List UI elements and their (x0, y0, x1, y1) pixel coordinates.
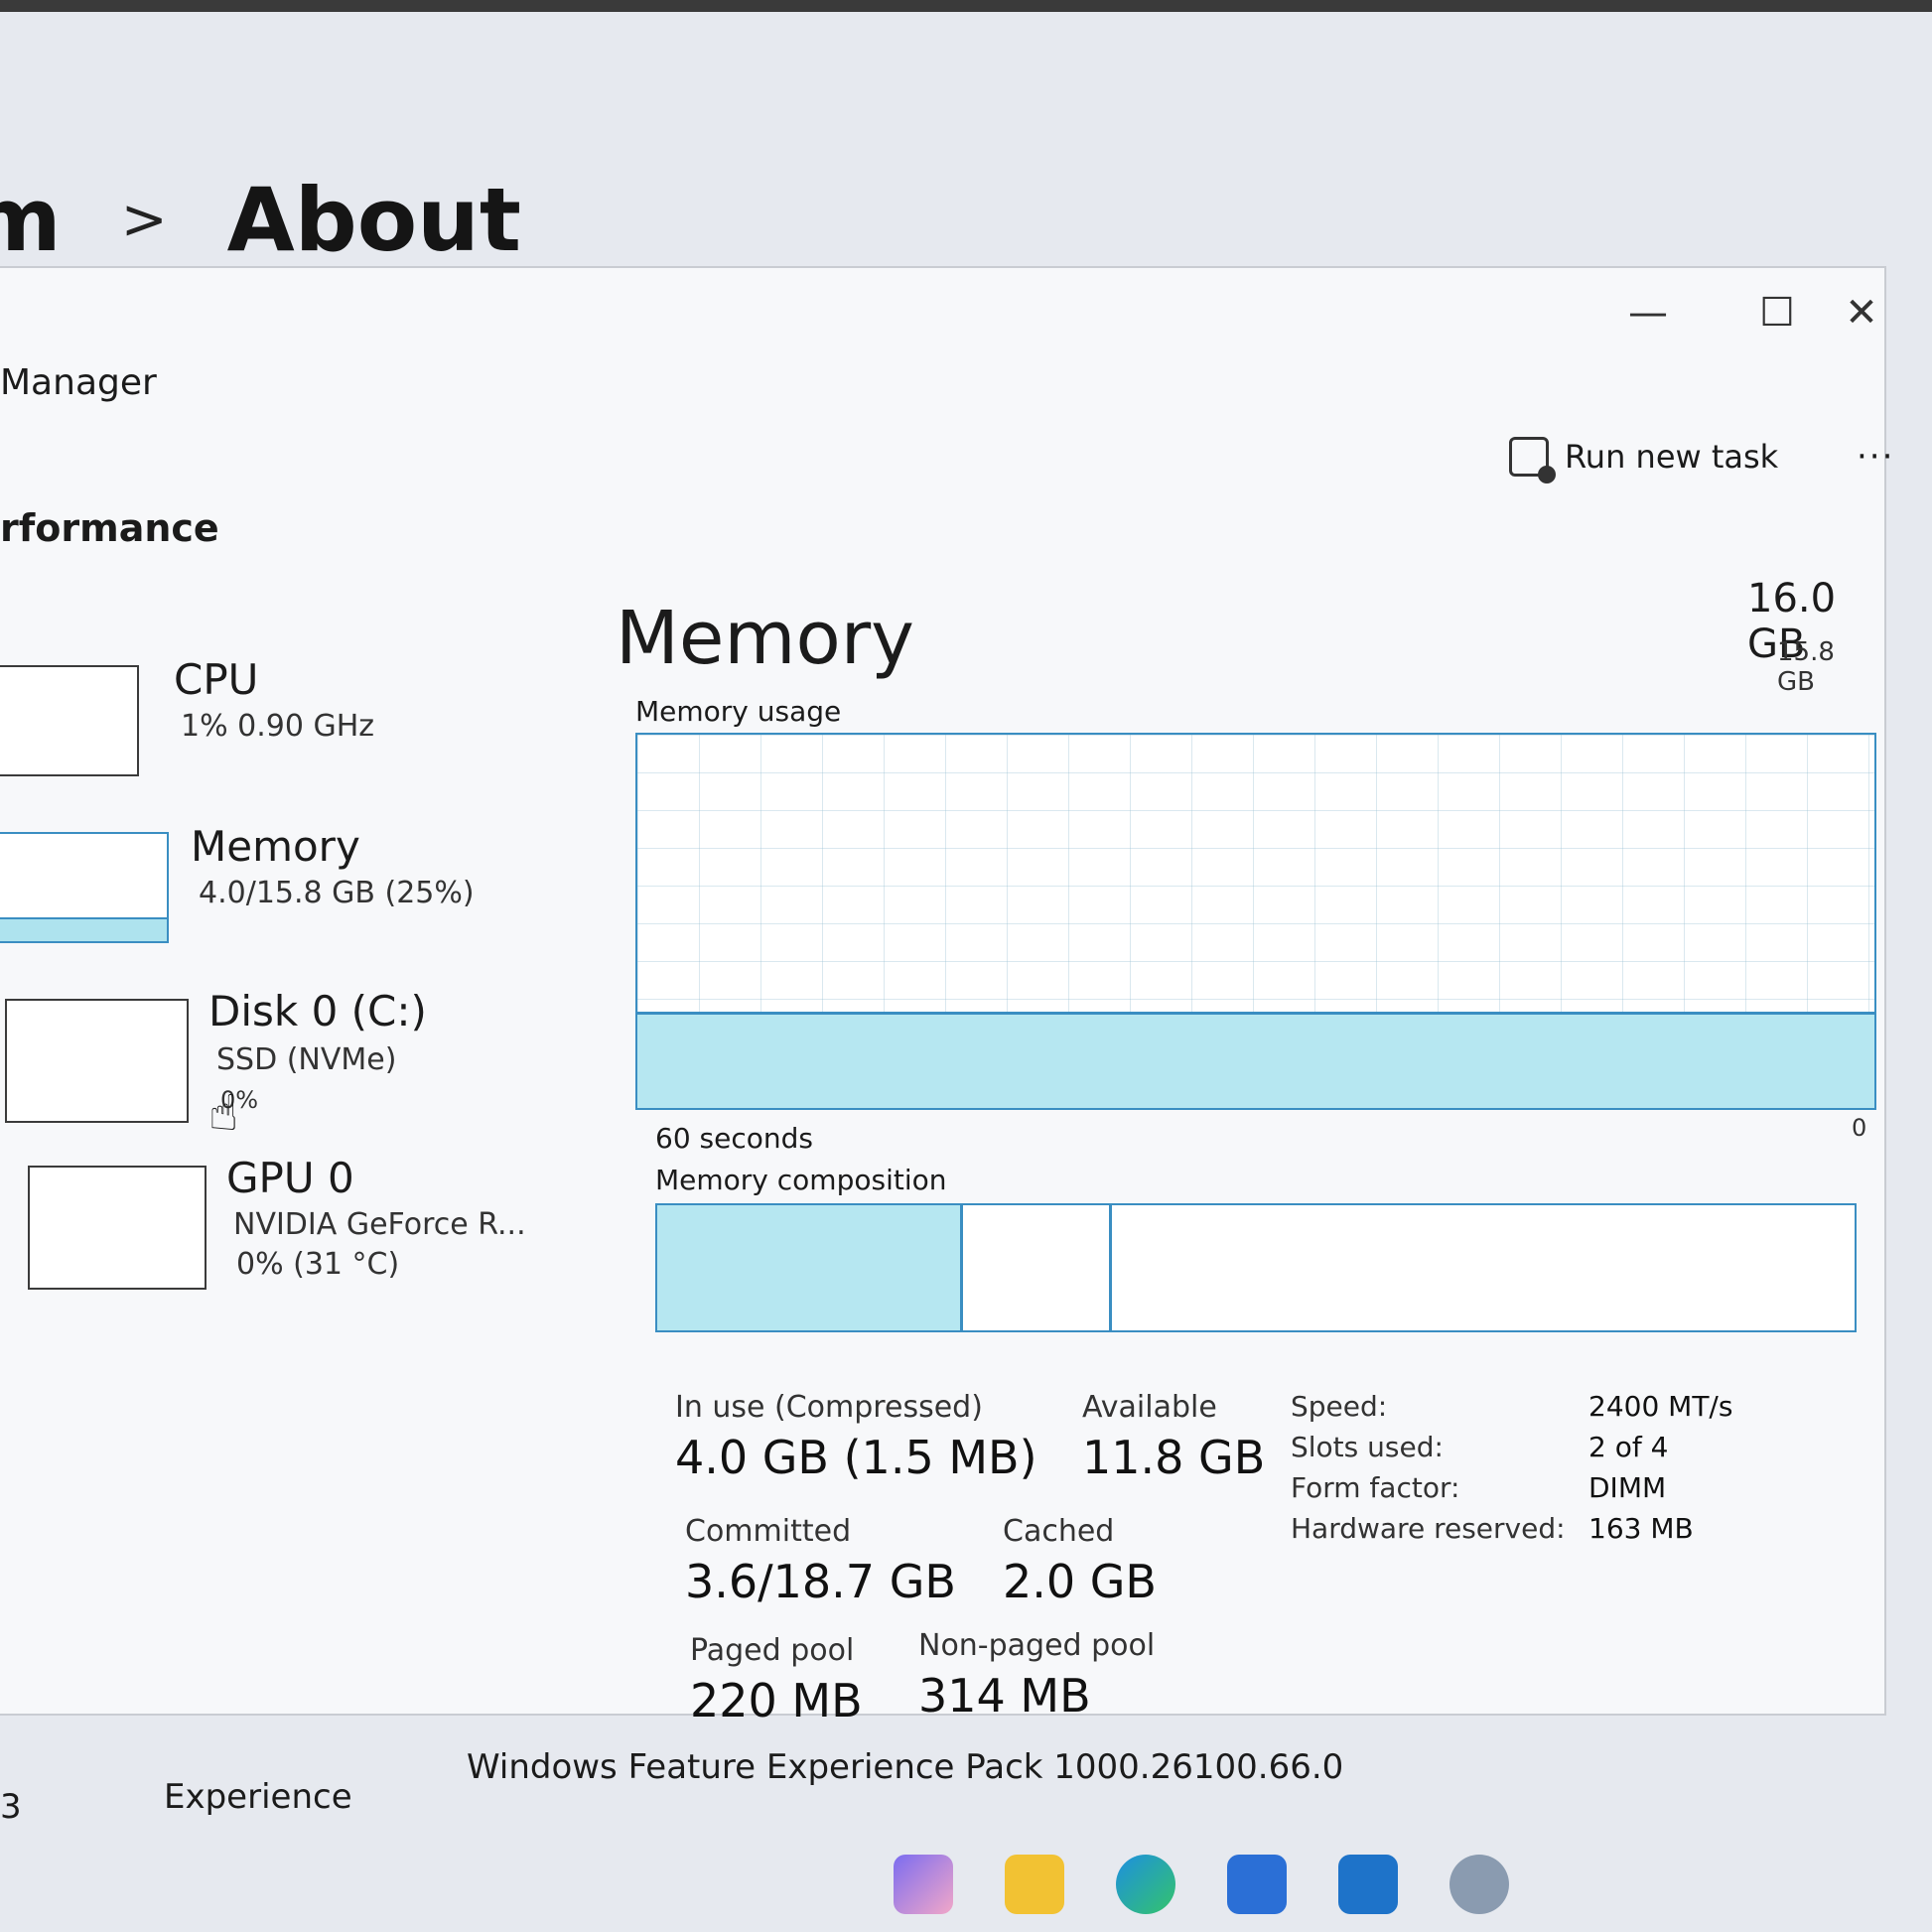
maximize-button[interactable]: ☐ (1718, 268, 1837, 357)
hand-cursor-icon: ☝ (208, 1084, 239, 1142)
sidebar-item-sub: 4.0/15.8 GB (25%) (199, 876, 475, 910)
spec-label: Speed: (1291, 1390, 1388, 1423)
gpu-thumbnail-graph (28, 1166, 207, 1290)
stat-label: Paged pool (690, 1633, 855, 1668)
store-icon[interactable] (1227, 1855, 1287, 1914)
run-task-icon (1509, 437, 1556, 483)
sidebar-item-label: CPU (174, 655, 259, 704)
memory-heading: Memory (616, 596, 914, 681)
copilot-icon[interactable] (894, 1855, 953, 1914)
memory-thumbnail-graph (0, 832, 169, 943)
performance-sidebar: CPU 1% 0.90 GHz Memory 4.0/15.8 GB (25%)… (0, 655, 596, 1322)
stat-in-use: In use (Compressed) 4.0 GB (1.5 MB) (675, 1390, 1037, 1484)
graph-min-label: 0 (1852, 1114, 1867, 1142)
spec-value: 2 of 4 (1588, 1431, 1669, 1463)
close-button[interactable]: ✕ (1837, 268, 1886, 357)
sidebar-item-label: GPU 0 (226, 1154, 354, 1202)
sidebar-item-memory[interactable]: Memory 4.0/15.8 GB (25%) (0, 822, 596, 989)
stat-value: 4.0 GB (1.5 MB) (675, 1431, 1037, 1484)
minimize-button[interactable]: — (1588, 268, 1708, 357)
stat-non-paged-pool: Non-paged pool 314 MB (918, 1628, 1155, 1723)
composition-free (1112, 1205, 1855, 1330)
sidebar-item-gpu[interactable]: GPU 0 NVIDIA GeForce R... 0% (31 °C) (0, 1154, 596, 1322)
memory-usage-graph (635, 733, 1876, 1110)
more-options-button[interactable]: ··· (1857, 437, 1894, 477)
file-explorer-icon[interactable] (1005, 1855, 1064, 1914)
cpu-thumbnail-graph (0, 665, 139, 776)
stat-value: 2.0 GB (1003, 1555, 1157, 1608)
settings-icon[interactable] (1449, 1855, 1509, 1914)
sidebar-item-label: Memory (191, 822, 360, 871)
memory-specs: Speed: 2400 MT/s Slots used: 2 of 4 Form… (1291, 1390, 1787, 1545)
memory-composition-label: Memory composition (655, 1164, 947, 1196)
stat-value: 220 MB (690, 1674, 863, 1727)
stat-committed: Committed 3.6/18.7 GB (685, 1514, 956, 1608)
edge-icon[interactable] (1116, 1855, 1175, 1914)
page-title: About (226, 169, 521, 271)
run-new-task-button[interactable]: Run new task (1509, 437, 1779, 483)
section-title: rformance (0, 506, 219, 550)
title-bar: Manager — ☐ ✕ (0, 268, 1884, 407)
spec-label: Form factor: (1291, 1471, 1460, 1504)
memory-thumbnail-fill (0, 917, 167, 941)
stat-value: 314 MB (918, 1669, 1091, 1723)
disk-thumbnail-graph (5, 999, 189, 1123)
stat-label: Cached (1003, 1514, 1115, 1549)
task-manager-icon[interactable] (1338, 1855, 1398, 1914)
spec-value: DIMM (1588, 1471, 1667, 1504)
stat-paged-pool: Paged pool 220 MB (690, 1633, 863, 1727)
sidebar-item-label: Disk 0 (C:) (208, 987, 427, 1035)
sidebar-item-cpu[interactable]: CPU 1% 0.90 GHz (0, 655, 596, 822)
stat-label: Committed (685, 1514, 852, 1549)
sidebar-item-disk[interactable]: Disk 0 (C:) SSD (NVMe) 0% ☝ (0, 987, 596, 1156)
spec-label: Slots used: (1291, 1431, 1444, 1463)
experience-label: Experience (164, 1777, 352, 1817)
stat-label: Non-paged pool (918, 1628, 1156, 1663)
composition-in-use (657, 1205, 963, 1330)
experience-value: Windows Feature Experience Pack 1000.261… (467, 1747, 1344, 1787)
stat-cached: Cached 2.0 GB (1003, 1514, 1157, 1608)
breadcrumb: m > About (0, 169, 521, 271)
monitor-bezel (0, 0, 1932, 12)
memory-usage-label: Memory usage (635, 695, 842, 728)
sidebar-item-sub: 1% 0.90 GHz (181, 709, 375, 744)
left-fragment: 3 (0, 1787, 22, 1827)
stat-value: 3.6/18.7 GB (685, 1555, 956, 1608)
spec-value: 163 MB (1588, 1512, 1694, 1545)
time-span-label: 60 seconds (655, 1122, 813, 1155)
spec-value: 2400 MT/s (1588, 1390, 1733, 1423)
task-manager-window: Manager — ☐ ✕ rformance Run new task ···… (0, 266, 1892, 1727)
app-title: Manager (0, 362, 157, 403)
stat-available: Available 11.8 GB (1082, 1390, 1265, 1484)
run-new-task-label: Run new task (1565, 438, 1779, 476)
spec-label: Hardware reserved: (1291, 1512, 1566, 1545)
composition-modified (962, 1205, 1113, 1330)
taskbar (894, 1855, 1509, 1914)
memory-usage-fill (637, 1012, 1874, 1108)
stat-label: Available (1082, 1390, 1217, 1425)
sidebar-item-sub: NVIDIA GeForce R... (233, 1207, 526, 1242)
stat-value: 11.8 GB (1082, 1431, 1266, 1484)
memory-composition-bar (655, 1203, 1857, 1332)
graph-max-label: 15.8 GB (1777, 637, 1835, 697)
chevron-right-icon: > (120, 188, 168, 252)
sidebar-item-sub: SSD (NVMe) (216, 1042, 397, 1077)
sidebar-item-sub2: 0% (31 °C) (236, 1247, 400, 1282)
stat-label: In use (Compressed) (675, 1390, 983, 1425)
breadcrumb-prev[interactable]: m (0, 169, 62, 271)
